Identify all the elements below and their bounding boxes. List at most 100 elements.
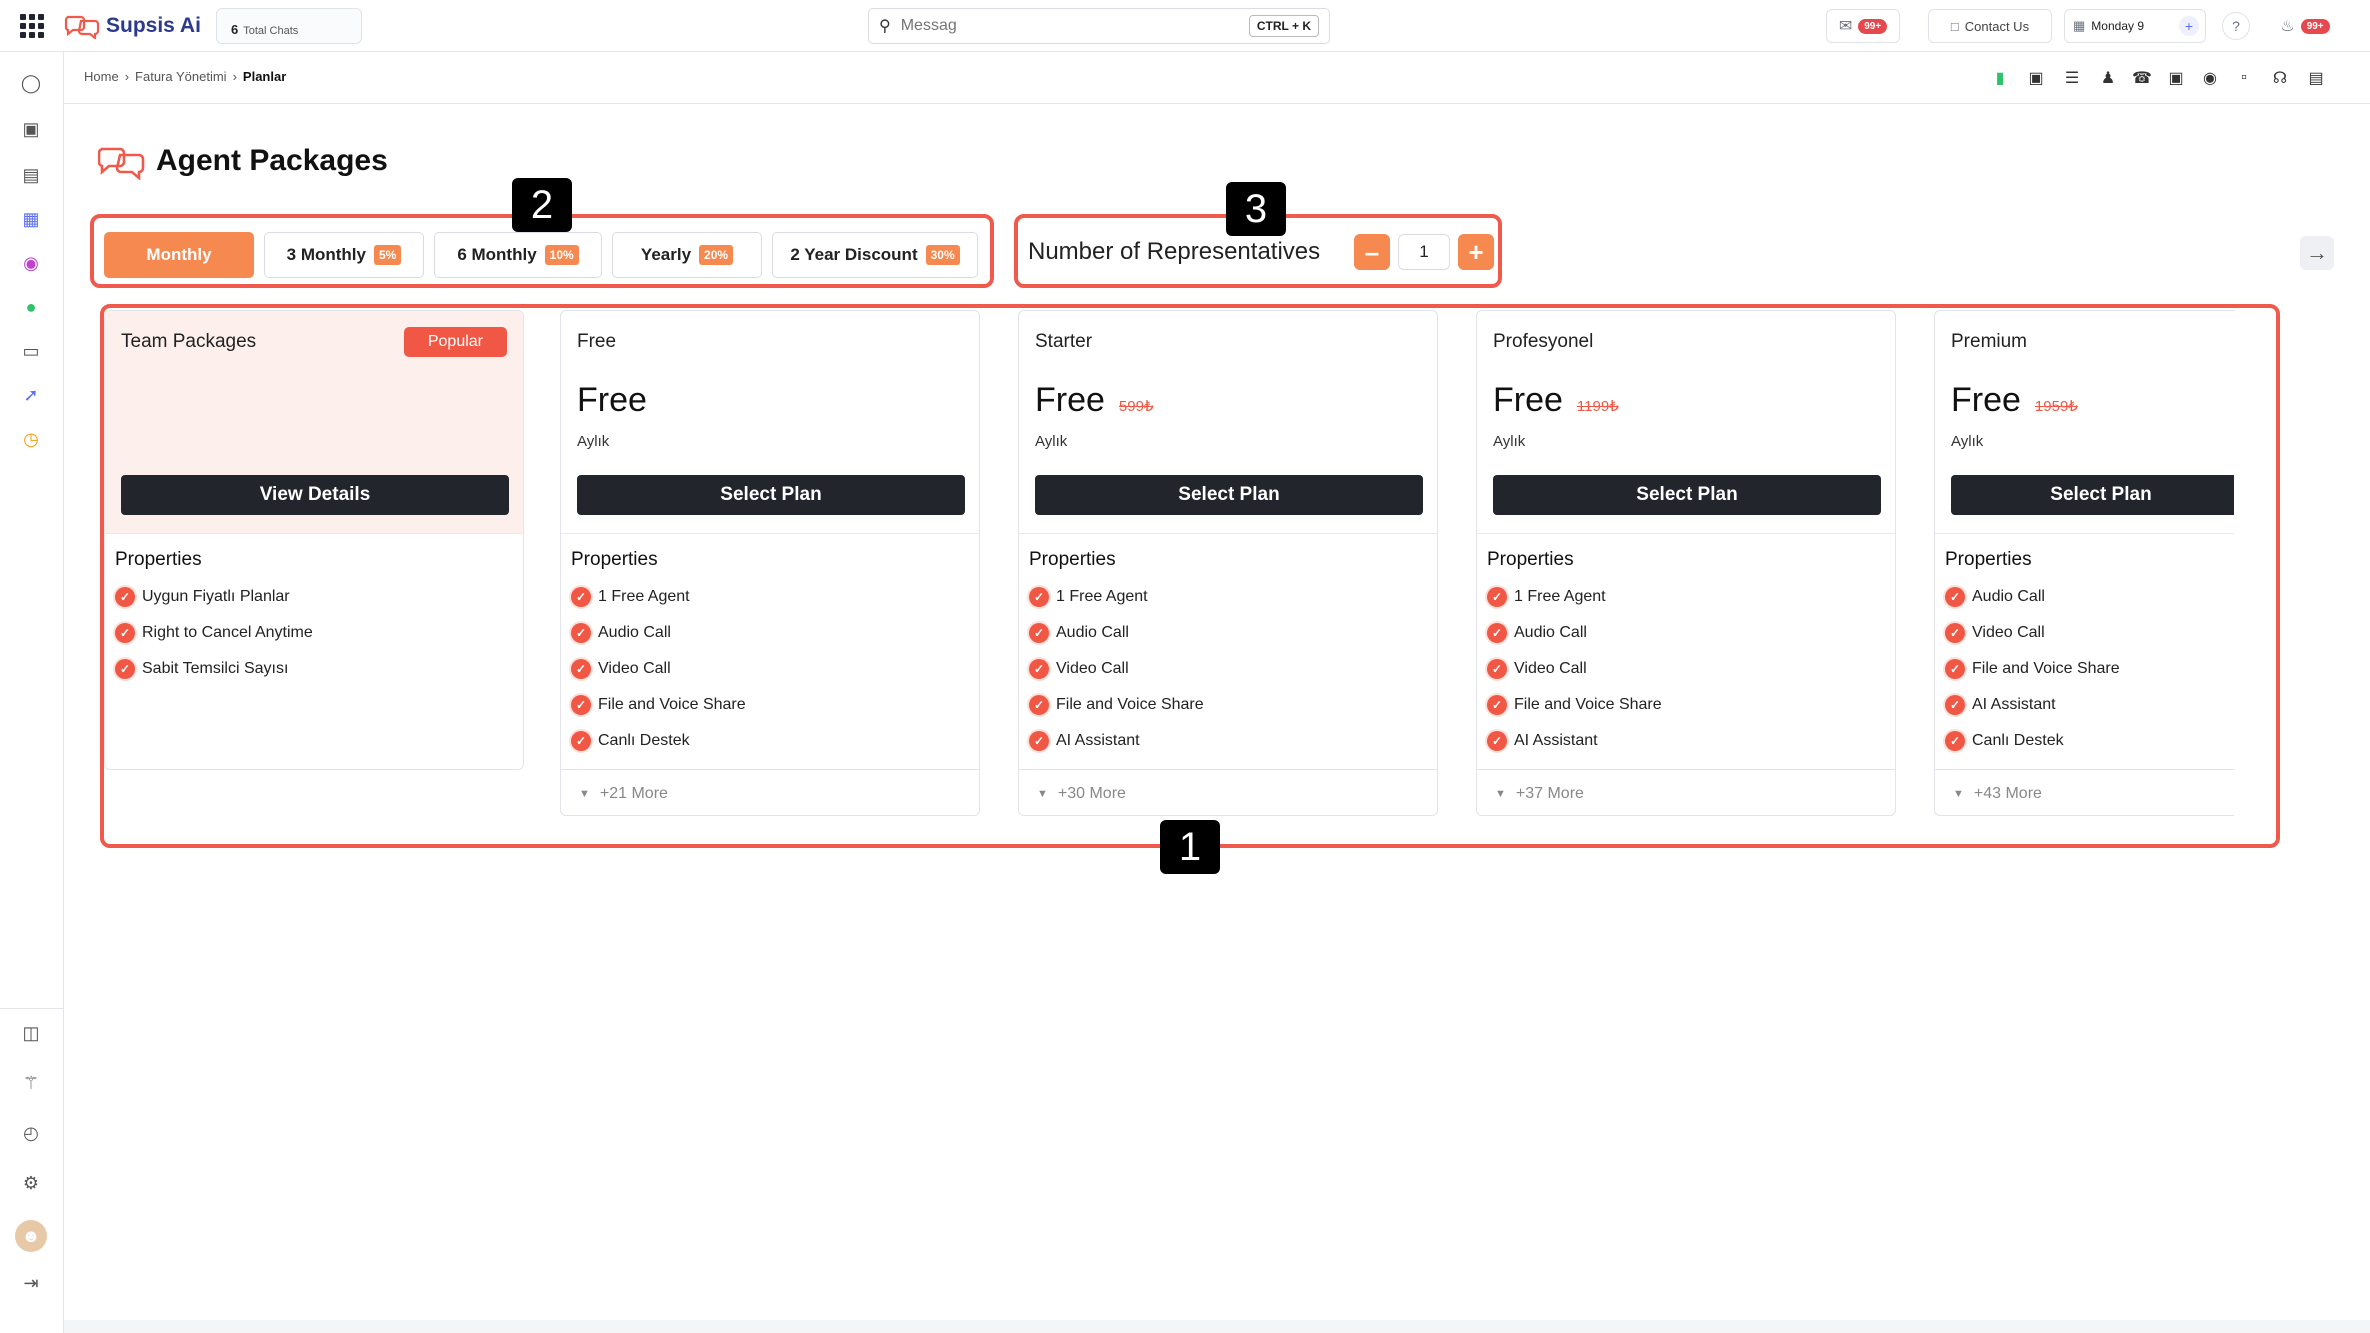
whatsapp-icon[interactable]: ● bbox=[18, 294, 44, 320]
avatar[interactable]: ☻ bbox=[15, 1220, 47, 1252]
window-icon[interactable]: ▤ bbox=[2304, 66, 2328, 90]
help-icon[interactable]: ? bbox=[2222, 12, 2250, 40]
contact-us-button[interactable]: □ Contact Us bbox=[1928, 9, 2052, 43]
inbox-button[interactable]: ✉ 99+ bbox=[1826, 9, 1900, 43]
plan-name: Starter bbox=[1035, 331, 1093, 352]
feature-text: Video Call bbox=[1972, 624, 2045, 641]
select-plan-button[interactable]: Select Plan bbox=[1951, 475, 2234, 515]
clock-icon[interactable]: ◷ bbox=[18, 426, 44, 452]
inbox-icon[interactable]: ▤ bbox=[18, 162, 44, 188]
tab-6-monthly[interactable]: 6 Monthly 10% bbox=[434, 232, 602, 278]
message-icon[interactable]: ▫ bbox=[2232, 66, 2256, 90]
increment-button[interactable]: + bbox=[1458, 234, 1494, 270]
discount-badge: 20% bbox=[699, 245, 734, 265]
search-input[interactable] bbox=[900, 17, 1239, 35]
whatsapp-channel-icon[interactable]: ☎ bbox=[2130, 66, 2154, 90]
feature-text: Right to Cancel Anytime bbox=[142, 624, 313, 641]
sidebar-divider bbox=[0, 1008, 64, 1009]
more-count: +43 More bbox=[1973, 784, 2042, 802]
page-title-icon bbox=[98, 147, 145, 180]
caret-down-icon: ▼ bbox=[1953, 787, 1964, 800]
check-icon: ✓ bbox=[1029, 587, 1049, 607]
notifications-button[interactable]: ♨ 99+ bbox=[2264, 9, 2346, 43]
select-plan-button[interactable]: Select Plan bbox=[1493, 475, 1881, 515]
feature-text: Audio Call bbox=[1056, 624, 1129, 641]
plan-card-starter: Starter Free 599₺ Aylık Select Plan Prope… bbox=[1018, 310, 1438, 816]
org-chart-icon[interactable]: ⚚ bbox=[18, 1070, 44, 1096]
tab-2-year[interactable]: 2 Year Discount 30% bbox=[772, 232, 978, 278]
tab-3-monthly[interactable]: 3 Monthly 5% bbox=[264, 232, 424, 278]
decrement-button[interactable]: – bbox=[1354, 234, 1390, 270]
show-more-button[interactable]: ▼ +30 More bbox=[1019, 769, 1437, 815]
signal-icon[interactable]: ▮ bbox=[1988, 66, 2012, 90]
caret-down-icon: ▼ bbox=[1037, 787, 1048, 800]
total-chats-label: Total Chats bbox=[243, 25, 299, 37]
messenger-icon[interactable]: ◉ bbox=[2198, 66, 2222, 90]
contacts-icon[interactable]: ▣ bbox=[18, 116, 44, 142]
feature-text: File and Voice Share bbox=[1972, 660, 2120, 677]
instagram-icon[interactable]: ▣ bbox=[2164, 66, 2188, 90]
billing-icon[interactable]: ▭ bbox=[18, 338, 44, 364]
plan-card-free: Free Free Aylık Select Plan Properties ✓… bbox=[560, 310, 980, 816]
feature-item: ✓ Canlı Destek bbox=[1945, 731, 2064, 751]
select-plan-button[interactable]: Select Plan bbox=[1035, 475, 1423, 515]
plan-card-profesyonel: Profesyonel Free 1199₺ Aylık Select Plan … bbox=[1476, 310, 1896, 816]
billing-period: Aylık bbox=[1035, 433, 1068, 450]
plan-price: Free 1959₺ bbox=[1951, 381, 2078, 420]
layout-icon[interactable]: ◫ bbox=[18, 1020, 44, 1046]
calendar-button[interactable]: ▦ Monday 9 + bbox=[2064, 9, 2206, 43]
tab-label: 2 Year Discount bbox=[790, 245, 918, 264]
popular-badge: Popular bbox=[403, 327, 507, 357]
breadcrumb-current: Planlar bbox=[242, 69, 287, 84]
old-price: 1199₺ bbox=[1576, 398, 1619, 415]
list-icon[interactable]: ☰ bbox=[2060, 66, 2084, 90]
card-divider bbox=[561, 533, 979, 534]
check-icon: ✓ bbox=[1945, 587, 1965, 607]
next-arrow-icon[interactable]: → bbox=[2300, 236, 2334, 270]
bot-icon[interactable]: ◉ bbox=[18, 250, 44, 276]
search-bar[interactable]: ⚲ CTRL + K bbox=[868, 8, 1330, 44]
analytics-icon[interactable]: ➚ bbox=[18, 382, 44, 408]
check-icon: ✓ bbox=[1029, 731, 1049, 751]
total-chats-box[interactable]: 6 Total Chats bbox=[216, 8, 362, 44]
breadcrumb-separator: › bbox=[124, 69, 130, 84]
view-details-button[interactable]: View Details bbox=[121, 475, 509, 515]
dashboard-icon[interactable]: ▦ bbox=[18, 206, 44, 232]
check-icon: ✓ bbox=[1029, 659, 1049, 679]
show-more-button[interactable]: ▼ +21 More bbox=[561, 769, 979, 815]
logout-icon[interactable]: ⇥ bbox=[18, 1270, 44, 1296]
bot-channel-icon[interactable]: ▣ bbox=[2024, 66, 2048, 90]
feature-text: Video Call bbox=[1514, 660, 1587, 677]
bell-icon: ♨ bbox=[2280, 18, 2295, 35]
apps-grid-icon[interactable] bbox=[20, 14, 44, 38]
breadcrumb: Home › Fatura Yönetimi › Planlar bbox=[84, 69, 286, 84]
feature-item: ✓ Video Call bbox=[1029, 659, 1129, 679]
tab-monthly[interactable]: Monthly bbox=[104, 232, 254, 278]
chat-icon[interactable]: ◯ bbox=[18, 70, 44, 96]
tab-yearly[interactable]: Yearly 20% bbox=[612, 232, 762, 278]
show-more-button[interactable]: ▼ +43 More bbox=[1935, 769, 2234, 815]
check-icon: ✓ bbox=[1487, 659, 1507, 679]
old-price: 1959₺ bbox=[2034, 398, 2078, 415]
settings-icon[interactable]: ⚙ bbox=[18, 1170, 44, 1196]
users-icon[interactable]: ♟ bbox=[2096, 66, 2120, 90]
select-plan-button[interactable]: Select Plan bbox=[577, 475, 965, 515]
show-more-button[interactable]: ▼ +37 More bbox=[1477, 769, 1895, 815]
check-icon: ✓ bbox=[571, 623, 591, 643]
feature-item: ✓ Video Call bbox=[571, 659, 671, 679]
headset-icon[interactable]: ☊ bbox=[2268, 66, 2292, 90]
breadcrumb-home[interactable]: Home bbox=[84, 69, 119, 84]
breadcrumb-billing[interactable]: Fatura Yönetimi bbox=[135, 69, 227, 84]
properties-heading: Properties bbox=[1945, 549, 2032, 570]
feature-item: ✓ Canlı Destek bbox=[571, 731, 690, 751]
plan-name: Team Packages bbox=[121, 331, 257, 352]
check-icon: ✓ bbox=[1945, 659, 1965, 679]
card-header: Profesyonel Free 1199₺ Aylık Select Plan bbox=[1477, 311, 1895, 533]
representatives-count-input[interactable] bbox=[1398, 234, 1450, 270]
feature-item: ✓ Audio Call bbox=[1487, 623, 1587, 643]
tab-label: 6 Monthly bbox=[457, 245, 537, 264]
tab-label: Yearly bbox=[640, 245, 692, 264]
add-icon[interactable]: + bbox=[2179, 16, 2199, 36]
history-icon[interactable]: ◴ bbox=[18, 1120, 44, 1146]
logo[interactable]: Supsis Ai bbox=[64, 11, 201, 41]
